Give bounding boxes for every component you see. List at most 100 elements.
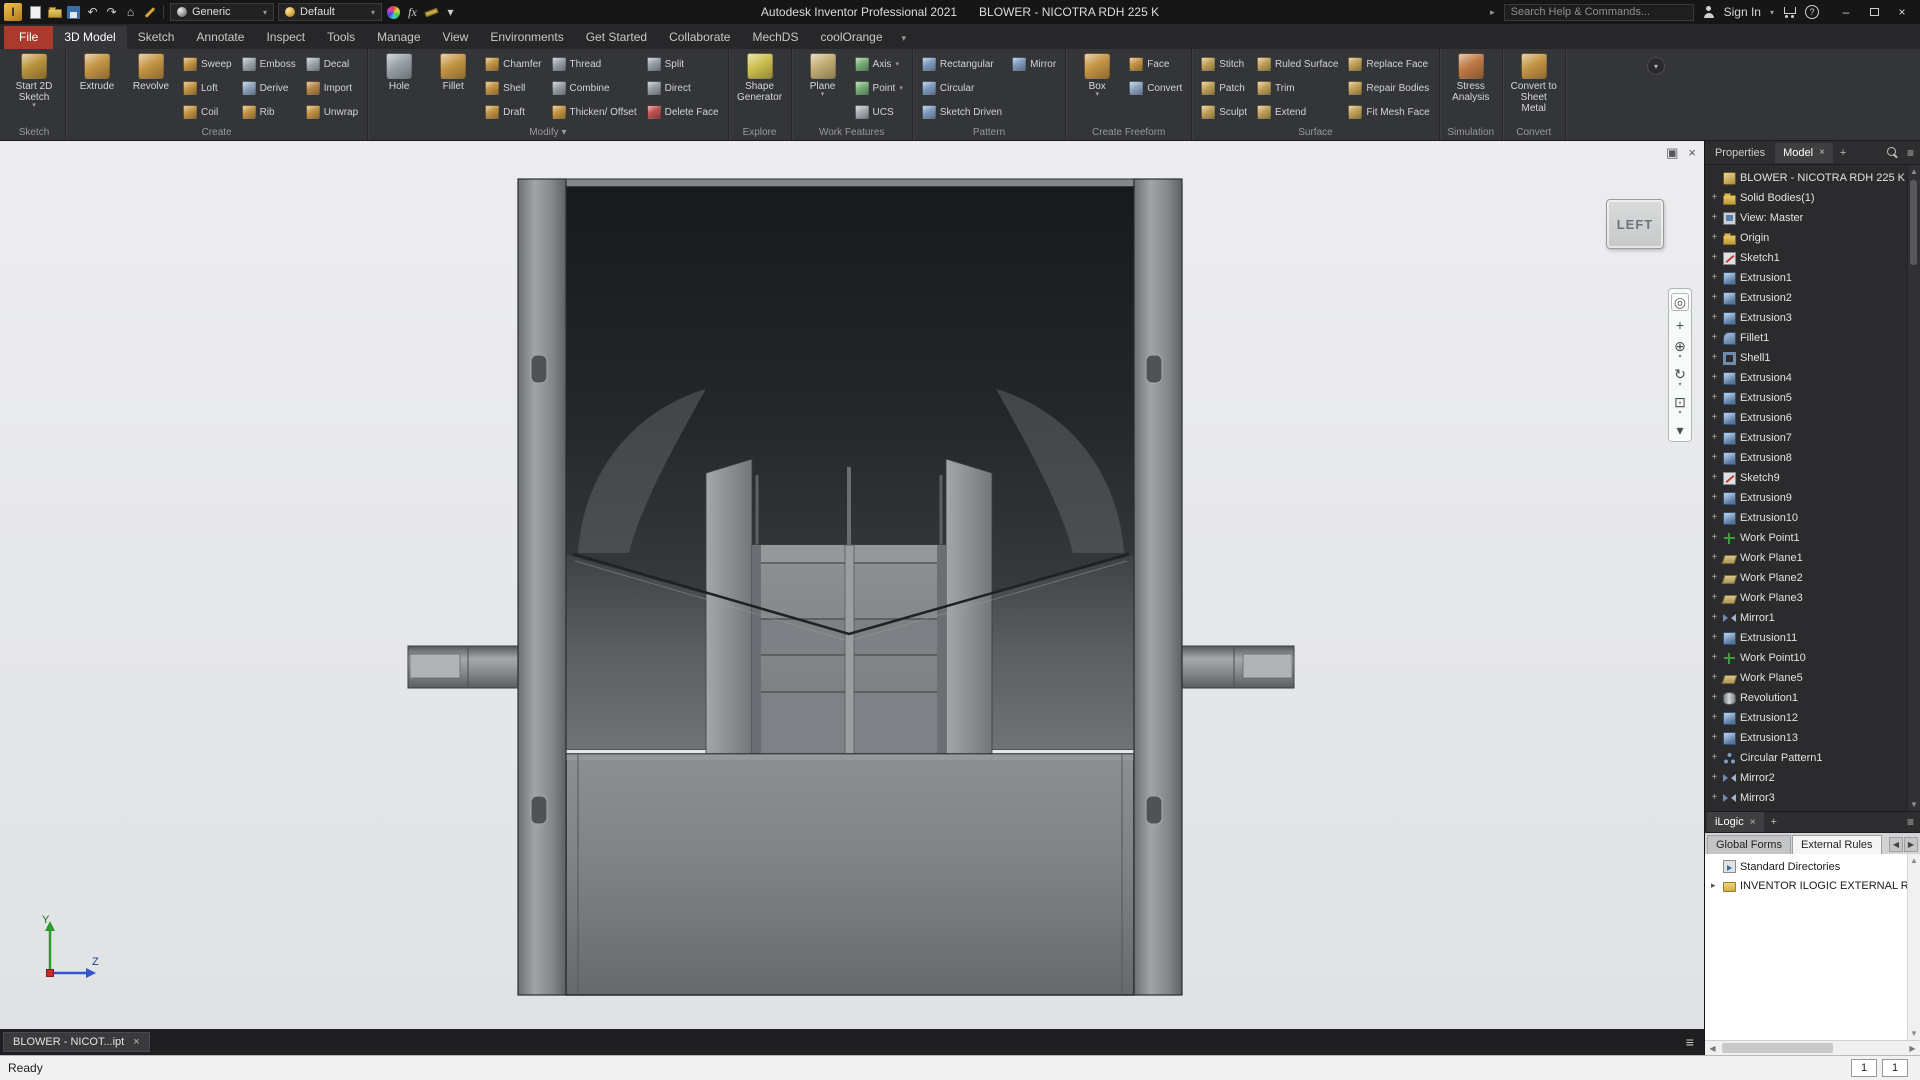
expander-icon[interactable]: + [1710, 493, 1719, 503]
tab-collaborate[interactable]: Collaborate [658, 26, 741, 49]
button-extend[interactable]: Extend [1253, 100, 1342, 124]
button-rib[interactable]: Rib [238, 100, 300, 124]
button-start-2d-sketch[interactable]: Start 2D Sketch▾ [8, 51, 60, 110]
save-icon[interactable] [64, 3, 83, 22]
tree-item-extrusion1[interactable]: +Extrusion1 [1705, 268, 1920, 288]
expander-icon[interactable]: + [1710, 373, 1719, 383]
scroll-left-icon[interactable]: ◀ [1705, 1041, 1720, 1055]
add-panel-button[interactable]: + [1766, 816, 1782, 828]
home-view-icon[interactable]: ⌂ [121, 3, 140, 22]
close-browser-icon[interactable]: × [1688, 145, 1696, 161]
tab-properties[interactable]: Properties [1707, 143, 1773, 163]
open-icon[interactable] [45, 3, 64, 22]
tree-item-mirror1[interactable]: +Mirror1 [1705, 608, 1920, 628]
document-tab[interactable]: BLOWER - NICOT...ipt × [3, 1032, 150, 1052]
button-circular[interactable]: Circular [918, 76, 1006, 100]
tab-inspect[interactable]: Inspect [255, 26, 316, 49]
navbar-more-icon[interactable]: ▾ [1676, 423, 1683, 437]
redo-icon[interactable]: ↷ [102, 3, 121, 22]
button-direct[interactable]: Direct [643, 76, 723, 100]
button-loft[interactable]: Loft [179, 76, 236, 100]
button-ucs[interactable]: UCS [851, 100, 907, 124]
panel-menu-icon[interactable]: ≡ [1907, 146, 1914, 160]
quick-access-overflow-icon[interactable]: ▾ [441, 3, 460, 22]
scroll-down-icon[interactable]: ▼ [1910, 800, 1918, 809]
expander-icon[interactable]: + [1710, 333, 1719, 343]
button-delete-face[interactable]: Delete Face [643, 100, 723, 124]
minimize-button[interactable]: – [1832, 0, 1860, 24]
button-face[interactable]: Face [1125, 52, 1186, 76]
button-stress-analysis[interactable]: Stress Analysis [1445, 51, 1497, 103]
expander-icon[interactable]: + [1710, 733, 1719, 743]
material-dropdown[interactable]: Generic ▾ [170, 3, 274, 21]
tab-ilogic[interactable]: iLogic × [1707, 812, 1764, 832]
button-sculpt[interactable]: Sculpt [1197, 100, 1251, 124]
tree-item-mirror3[interactable]: +Mirror3 [1705, 788, 1920, 808]
new-file-icon[interactable] [26, 3, 45, 22]
button-plane[interactable]: Plane▾ [797, 51, 849, 98]
search-input[interactable]: Search Help & Commands... [1504, 4, 1694, 21]
expander-icon[interactable]: + [1710, 553, 1719, 563]
tab-tools[interactable]: Tools [316, 26, 366, 49]
expander-icon[interactable]: + [1710, 633, 1719, 643]
tree-item-revolution1[interactable]: +Revolution1 [1705, 688, 1920, 708]
tab-3d-model[interactable]: 3D Model [53, 26, 126, 49]
expander-icon[interactable]: + [1710, 273, 1719, 283]
tab-get-started[interactable]: Get Started [575, 26, 658, 49]
viewcube[interactable]: LEFT [1606, 199, 1664, 249]
tree-item-circular-pattern1[interactable]: +Circular Pattern1 [1705, 748, 1920, 768]
tab-model[interactable]: Model × [1775, 143, 1833, 163]
button-revolve[interactable]: Revolve [125, 51, 177, 92]
scroll-up-icon[interactable]: ▲ [1910, 856, 1918, 865]
expander-icon[interactable]: + [1710, 353, 1719, 363]
close-icon[interactable]: × [1750, 817, 1756, 828]
tab-external-rules[interactable]: External Rules [1792, 835, 1882, 854]
button-split[interactable]: Split [643, 52, 723, 76]
scroll-up-icon[interactable]: ▲ [1910, 167, 1918, 176]
expander-icon[interactable]: + [1710, 393, 1719, 403]
look-at-icon[interactable]: ⊡▾ [1674, 395, 1686, 416]
expander-icon[interactable]: + [1710, 433, 1719, 443]
expander-icon[interactable]: + [1710, 533, 1719, 543]
expander-icon[interactable]: + [1710, 413, 1719, 423]
undo-icon[interactable]: ↶ [83, 3, 102, 22]
button-fit-mesh-face[interactable]: Fit Mesh Face [1344, 100, 1433, 124]
tab-coolorange[interactable]: coolOrange [809, 26, 893, 49]
button-thicken-offset[interactable]: Thicken/ Offset [548, 100, 641, 124]
tab-list-menu-icon[interactable]: ≡ [1686, 1034, 1694, 1050]
sign-in-button[interactable]: Sign In [1724, 5, 1761, 19]
chevron-down-icon[interactable]: ▾ [1770, 8, 1774, 17]
tree-item-extrusion2[interactable]: +Extrusion2 [1705, 288, 1920, 308]
color-wheel-icon[interactable] [384, 3, 403, 22]
tree-item-shell1[interactable]: +Shell1 [1705, 348, 1920, 368]
tree-item-extrusion10[interactable]: +Extrusion10 [1705, 508, 1920, 528]
button-decal[interactable]: Decal [302, 52, 362, 76]
expander-icon[interactable]: + [1710, 673, 1719, 683]
button-hole[interactable]: Hole [373, 51, 425, 92]
ribbon-overflow-button[interactable]: ▾ [1647, 57, 1665, 75]
panel-menu-icon[interactable]: ≡ [1907, 815, 1914, 829]
add-panel-button[interactable]: + [1835, 147, 1851, 159]
expander-icon[interactable]: + [1710, 453, 1719, 463]
parameters-fx-icon[interactable]: fx [403, 3, 422, 22]
pan-icon[interactable]: + [1676, 318, 1684, 332]
tree-item-extrusion4[interactable]: +Extrusion4 [1705, 368, 1920, 388]
expander-icon[interactable]: + [1710, 753, 1719, 763]
expander-icon[interactable]: + [1710, 193, 1719, 203]
prev-tab-icon[interactable]: ◀ [1889, 837, 1903, 852]
sketch-pencil-icon[interactable] [140, 3, 159, 22]
expander-icon[interactable]: + [1710, 253, 1719, 263]
navigation-wheel-icon[interactable]: ◎ [1671, 293, 1689, 311]
expander-icon[interactable]: + [1710, 573, 1719, 583]
button-trim[interactable]: Trim [1253, 76, 1342, 100]
expander-icon[interactable]: + [1710, 513, 1719, 523]
expander-icon[interactable]: + [1710, 773, 1719, 783]
next-tab-icon[interactable]: ▶ [1904, 837, 1918, 852]
tree-item-fillet1[interactable]: +Fillet1 [1705, 328, 1920, 348]
tab-global-forms[interactable]: Global Forms [1707, 835, 1791, 854]
orbit-icon[interactable]: ↻▾ [1674, 367, 1686, 388]
search-icon[interactable] [1887, 147, 1899, 159]
button-repair-bodies[interactable]: Repair Bodies [1344, 76, 1433, 100]
tree-item-work-plane3[interactable]: +Work Plane3 [1705, 588, 1920, 608]
button-fillet[interactable]: Fillet [427, 51, 479, 92]
